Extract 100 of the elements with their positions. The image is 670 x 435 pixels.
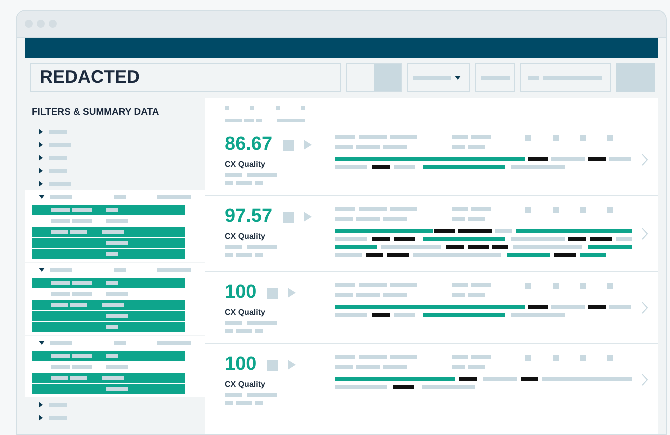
caret-down-icon[interactable] — [39, 341, 45, 346]
meta-drawing — [225, 245, 277, 257]
play-icon[interactable] — [304, 212, 312, 222]
toolbar-control[interactable] — [520, 63, 611, 92]
filter-row[interactable] — [32, 238, 185, 248]
filter-row[interactable] — [32, 351, 185, 362]
placeholder-bar — [49, 416, 67, 420]
caret-right-icon[interactable] — [39, 154, 43, 161]
sidebar-title: FILTERS & SUMMARY DATA — [32, 106, 160, 120]
stop-icon[interactable] — [282, 140, 294, 150]
placeholder-bar — [106, 281, 118, 286]
placeholder-bar — [157, 195, 191, 200]
play-icon[interactable] — [304, 140, 312, 150]
filter-row[interactable] — [32, 205, 185, 216]
placeholder-bar — [106, 252, 118, 256]
placeholder-bar — [51, 354, 70, 358]
placeholder-bar — [50, 195, 72, 200]
placeholder-bar — [102, 230, 124, 234]
placeholder-bar — [51, 230, 68, 234]
meta-drawing — [225, 321, 277, 333]
placeholder-bar — [72, 219, 92, 224]
filter-row[interactable] — [32, 384, 185, 394]
caret-down-icon — [455, 76, 461, 80]
score-value: 100 — [225, 282, 257, 304]
placeholder-bar — [72, 208, 92, 212]
stop-icon[interactable] — [266, 288, 278, 298]
placeholder-bar — [157, 341, 191, 346]
filter-row[interactable] — [32, 249, 185, 260]
stop-icon[interactable] — [282, 212, 294, 222]
toolbar-control[interactable] — [475, 63, 515, 92]
toggle-control[interactable] — [346, 63, 402, 92]
score-value: 86.67 — [225, 134, 273, 156]
chevron-right-icon[interactable] — [642, 154, 648, 166]
metric-label: CX Quality — [225, 379, 266, 391]
caret-right-icon[interactable] — [39, 414, 43, 421]
placeholder-bar — [102, 376, 124, 380]
placeholder-bar — [106, 241, 128, 246]
placeholder-bar — [50, 268, 72, 272]
score-value: 97.57 — [225, 206, 273, 228]
toolbar-control[interactable] — [616, 63, 655, 92]
placeholder-bar — [106, 354, 118, 358]
placeholder-bar — [51, 292, 70, 296]
placeholder-bar — [106, 387, 128, 392]
placeholder-bar — [106, 219, 128, 224]
placeholder-bar — [49, 182, 71, 186]
placeholder-bar — [51, 376, 68, 380]
placeholder-bar — [106, 314, 128, 318]
filter-row[interactable] — [32, 227, 185, 238]
placeholder-bar — [72, 365, 92, 370]
filter-row[interactable] — [32, 311, 185, 322]
placeholder-bar — [114, 341, 126, 346]
filter-row[interactable] — [32, 322, 185, 332]
chevron-right-icon[interactable] — [642, 302, 648, 314]
placeholder-bar — [51, 365, 70, 370]
placeholder-bar — [51, 208, 70, 212]
placeholder-bar — [157, 268, 191, 272]
placeholder-bar — [543, 76, 602, 80]
placeholder-bar — [106, 208, 118, 212]
placeholder-bar — [72, 281, 92, 286]
placeholder-bar — [70, 376, 87, 380]
metric-label: CX Quality — [225, 231, 266, 243]
meta-drawing — [225, 393, 277, 405]
placeholder-bar — [50, 341, 72, 346]
caret-right-icon[interactable] — [39, 128, 43, 135]
dropdown-control[interactable] — [407, 63, 470, 92]
placeholder-bar — [102, 303, 124, 308]
placeholder-bar — [106, 292, 128, 296]
placeholder-bar — [72, 292, 92, 296]
caret-right-icon[interactable] — [39, 142, 43, 148]
filter-row[interactable] — [32, 373, 185, 384]
play-icon[interactable] — [288, 288, 296, 298]
chevron-right-icon[interactable] — [642, 374, 648, 386]
placeholder-bar — [49, 402, 67, 407]
placeholder-bar — [49, 156, 67, 160]
filter-row[interactable] — [32, 300, 185, 310]
placeholder-bar — [49, 142, 71, 147]
caret-right-icon[interactable] — [39, 168, 43, 174]
placeholder-bar — [70, 230, 87, 234]
placeholder-bar — [70, 303, 87, 308]
metric-label: CX Quality — [225, 159, 266, 171]
caret-right-icon[interactable] — [39, 180, 43, 187]
chevron-right-icon[interactable] — [642, 228, 648, 240]
caret-right-icon[interactable] — [39, 402, 43, 408]
placeholder-bar — [106, 325, 118, 330]
placeholder-bar — [49, 168, 67, 173]
caret-down-icon[interactable] — [39, 195, 45, 200]
placeholder-bar — [72, 354, 92, 358]
filter-row[interactable] — [32, 278, 185, 288]
placeholder-bar — [413, 76, 451, 80]
play-icon[interactable] — [288, 360, 296, 370]
placeholder-bar — [49, 130, 67, 134]
placeholder-bar — [114, 195, 126, 200]
placeholder-bar — [51, 219, 70, 224]
metric-label: CX Quality — [225, 307, 266, 319]
placeholder-bar — [528, 76, 539, 80]
placeholder-bar — [114, 268, 126, 272]
stop-icon[interactable] — [266, 360, 278, 370]
placeholder-bar — [106, 365, 128, 370]
meta-drawing — [225, 173, 277, 185]
caret-down-icon[interactable] — [39, 268, 45, 272]
